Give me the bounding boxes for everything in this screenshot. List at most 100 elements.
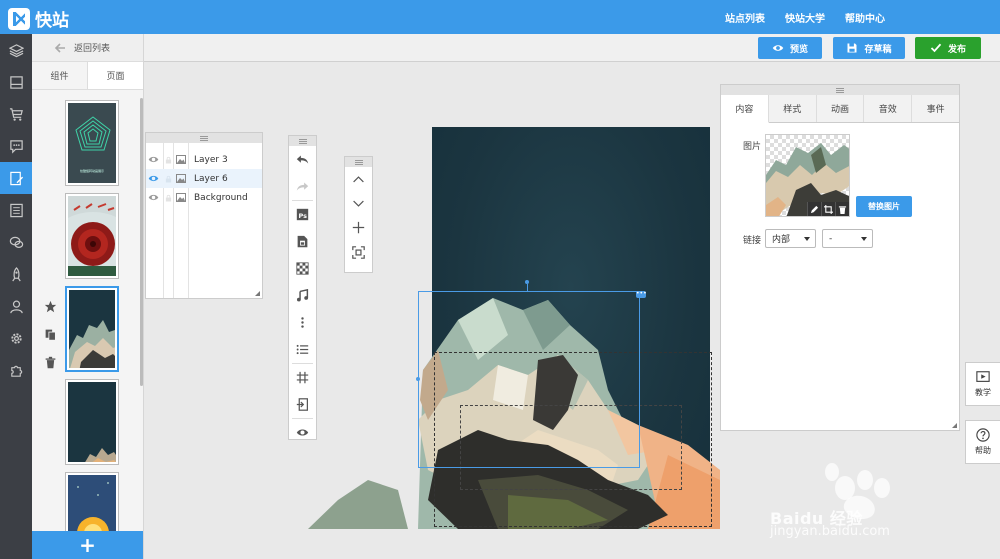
rail-page-edit[interactable]: [0, 162, 32, 194]
move-up-button[interactable]: [345, 167, 372, 191]
page-thumb-1[interactable]: 炫酷旋转动画展示: [65, 100, 119, 186]
delete-page-button[interactable]: [42, 348, 58, 376]
checker-icon: [296, 262, 309, 275]
rail-layout[interactable]: [0, 66, 32, 98]
link-target-value: -: [829, 233, 833, 244]
background-button[interactable]: [289, 255, 316, 282]
add-element-button[interactable]: [345, 215, 372, 239]
nav-university[interactable]: 快站大学: [785, 10, 825, 25]
tab-sound[interactable]: 音效: [864, 95, 913, 122]
watermark-url: jingyan.baidu.com: [770, 524, 890, 539]
publish-button[interactable]: 发布: [915, 37, 981, 59]
page-side-tools: [42, 292, 58, 376]
edit-image-button[interactable]: [807, 202, 821, 216]
eye-icon: [148, 156, 159, 163]
element-more-button[interactable]: •••: [636, 291, 647, 298]
app-logo[interactable]: 快站: [8, 6, 69, 31]
layer-name: Background: [194, 192, 248, 203]
chevron-up-icon: [353, 175, 364, 182]
tab-events[interactable]: 事件: [912, 95, 959, 122]
selection-box[interactable]: [418, 291, 640, 468]
nav-site-list[interactable]: 站点列表: [725, 10, 765, 25]
page-list-scrollbar[interactable]: [140, 98, 143, 386]
page-thumb-4[interactable]: [65, 379, 119, 465]
undo-icon: [296, 155, 309, 164]
tab-style[interactable]: 样式: [769, 95, 817, 122]
rose-graphic: [68, 196, 116, 276]
eye-icon: [148, 194, 159, 201]
photoshop-import-button[interactable]: Ps: [289, 201, 316, 228]
tab-animation[interactable]: 动画: [817, 95, 865, 122]
tutorial-button[interactable]: 教学: [965, 362, 1000, 406]
rail-settings[interactable]: [0, 322, 32, 354]
move-down-button[interactable]: [345, 191, 372, 215]
image-icon: [176, 193, 186, 202]
tab-content[interactable]: 内容: [721, 95, 769, 123]
rail-cart[interactable]: [0, 98, 32, 130]
lock-icon: [165, 175, 172, 182]
tab-components[interactable]: 组件: [32, 62, 87, 89]
layer-row-selected[interactable]: Layer 6: [146, 169, 262, 188]
rail-chat[interactable]: [0, 226, 32, 258]
favorite-page-button[interactable]: [42, 292, 58, 320]
redo-icon: [296, 182, 309, 191]
link-target-select[interactable]: -: [822, 229, 873, 248]
cart-icon: [9, 107, 23, 121]
lantern-graphic: [77, 482, 109, 539]
help-button[interactable]: 帮助: [965, 420, 1000, 464]
add-image-button[interactable]: [289, 228, 316, 255]
help-label: 帮助: [975, 446, 991, 455]
replace-image-button[interactable]: 替换图片: [856, 196, 912, 217]
top-nav: 站点列表 快站大学 帮助中心: [725, 10, 885, 25]
resize-handle[interactable]: [952, 423, 957, 428]
layer-name: Layer 3: [194, 154, 228, 165]
layer-row[interactable]: Background: [146, 188, 262, 207]
link-type-value: 内部: [772, 235, 791, 245]
copy-page-button[interactable]: [42, 320, 58, 348]
layer-row[interactable]: Layer 3: [146, 150, 262, 169]
undo-button[interactable]: [289, 146, 316, 173]
rail-plugins[interactable]: [0, 354, 32, 386]
arrange-drag-handle[interactable]: [345, 157, 372, 167]
rail-rocket[interactable]: [0, 258, 32, 290]
mountain-small-graphic: [85, 448, 116, 462]
rail-user[interactable]: [0, 290, 32, 322]
caret-down-icon: [861, 237, 867, 241]
article-icon: [9, 203, 23, 217]
resize-handle-left[interactable]: [416, 377, 420, 381]
chevron-down-icon: [353, 200, 364, 207]
add-image-icon: [297, 235, 308, 248]
save-draft-button[interactable]: 存草稿: [833, 37, 905, 59]
properties-drag-handle[interactable]: [721, 85, 959, 95]
layers-icon: [8, 43, 24, 57]
image-icon: [176, 155, 186, 164]
tab-pages[interactable]: 页面: [87, 62, 143, 89]
page-thumb-2[interactable]: [65, 193, 119, 279]
preview-button[interactable]: 预览: [758, 37, 822, 59]
app-name: 快站: [35, 11, 69, 31]
rail-article[interactable]: [0, 194, 32, 226]
rail-comment[interactable]: [0, 130, 32, 162]
properties-tabs: 内容 样式 动画 音效 事件: [721, 95, 959, 123]
mountain-thumb-graphic: [69, 320, 115, 368]
redo-button[interactable]: [289, 173, 316, 200]
fit-screen-button[interactable]: [345, 239, 372, 265]
rocket-icon: [11, 266, 21, 281]
arrange-toolbar: [344, 156, 373, 273]
back-to-list[interactable]: 返回列表: [32, 34, 143, 62]
crop-image-button[interactable]: [821, 202, 835, 216]
toolbar-drag-handle[interactable]: [289, 136, 316, 146]
preview-label: 预览: [789, 44, 808, 55]
layer-panel-drag-handle[interactable]: [146, 133, 262, 143]
delete-image-button[interactable]: [835, 202, 849, 216]
nav-help-center[interactable]: 帮助中心: [845, 10, 885, 25]
grip-icon: [836, 87, 844, 93]
rail-layers[interactable]: [0, 34, 32, 66]
add-page-button[interactable]: +: [32, 531, 143, 559]
resize-handle[interactable]: [255, 291, 260, 296]
page-thumb-3[interactable]: [65, 286, 119, 372]
thumb-caption: 炫酷旋转动画展示: [79, 169, 104, 173]
lock-icon: [165, 156, 172, 163]
gear-icon: [10, 332, 22, 344]
link-type-select[interactable]: 内部: [765, 229, 816, 248]
